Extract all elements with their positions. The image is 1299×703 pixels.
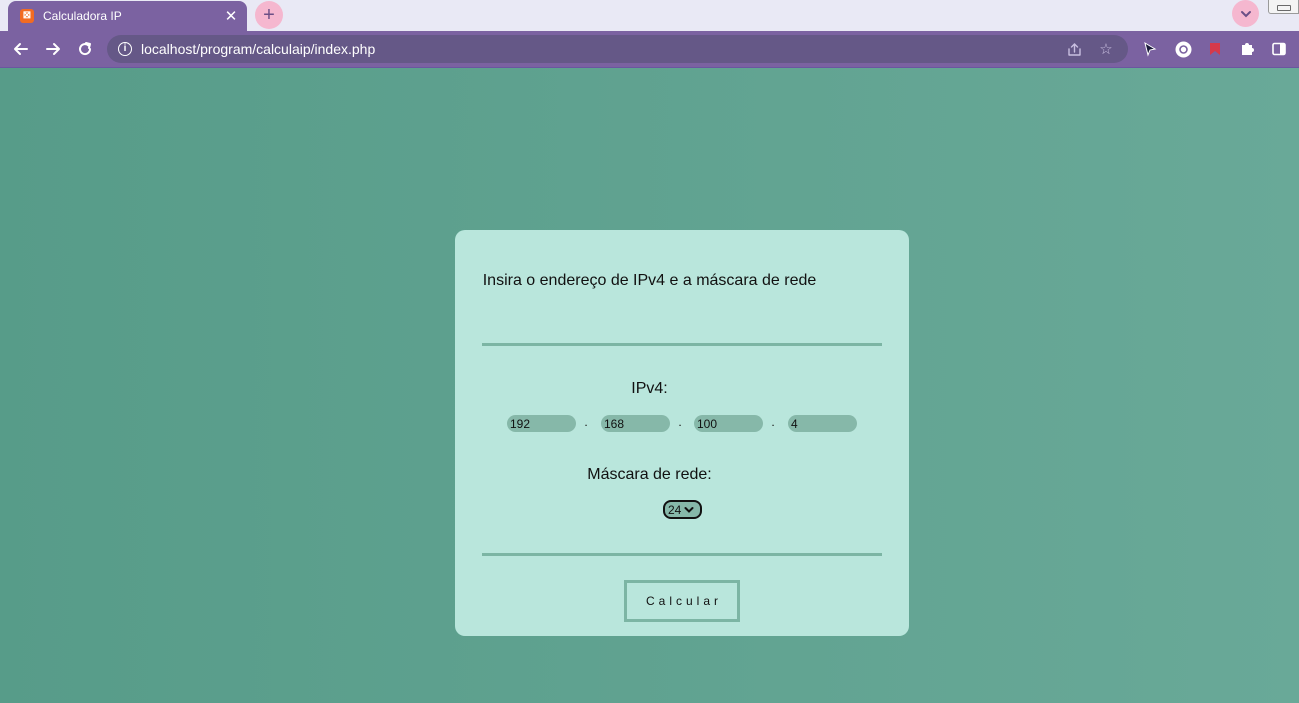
share-glyph: [1067, 42, 1081, 56]
back-arrow-icon: [14, 43, 28, 55]
site-info-icon[interactable]: i: [118, 42, 132, 56]
chevron-down-icon: [684, 506, 694, 513]
octet-separator: .: [678, 415, 682, 429]
extensions-puzzle-icon[interactable]: [1237, 39, 1257, 59]
netmask-value: 24: [668, 502, 682, 517]
tab-calculadora-ip[interactable]: ⊠ Calculadora IP ✕: [8, 1, 247, 31]
back-button[interactable]: [7, 35, 35, 63]
xampp-icon: ⊠: [20, 9, 34, 23]
netmask-select[interactable]: 24: [663, 500, 702, 519]
new-tab-button[interactable]: +: [255, 1, 283, 29]
octet-separator: .: [771, 415, 775, 429]
form-card: [455, 230, 909, 636]
browser-toolbar: i localhost/program/calculaip/index.php …: [0, 31, 1299, 67]
share-icon[interactable]: [1064, 39, 1084, 59]
calculate-button[interactable]: Calcular: [624, 580, 740, 622]
ipv4-octet-3[interactable]: [694, 415, 763, 432]
form-title: Insira o endereço de IPv4 e a máscara de…: [482, 272, 817, 289]
forward-arrow-icon: [46, 43, 60, 55]
tab-search-button[interactable]: [1232, 0, 1259, 27]
netmask-label: Máscara de rede:: [587, 466, 712, 483]
reload-icon: [79, 42, 92, 56]
bookmark-star-icon[interactable]: ☆: [1096, 39, 1116, 59]
divider-bottom: [482, 553, 882, 556]
url-text[interactable]: localhost/program/calculaip/index.php: [141, 41, 1064, 57]
window-control[interactable]: [1268, 0, 1299, 14]
bookmark-extension-icon[interactable]: [1205, 39, 1225, 59]
octet-separator: .: [584, 415, 588, 429]
tab-title: Calculadora IP: [43, 9, 122, 23]
ipv4-octet-1[interactable]: [507, 415, 576, 432]
ipv4-octet-2[interactable]: [601, 415, 670, 432]
tab-strip: ⊠ Calculadora IP ✕ +: [0, 0, 1299, 31]
cursor-extension-icon[interactable]: [1140, 39, 1160, 59]
extension-circle-icon[interactable]: [1173, 39, 1193, 59]
ipv4-octet-4[interactable]: [788, 415, 857, 432]
ipv4-label: IPv4:: [631, 380, 668, 397]
reload-button[interactable]: [71, 35, 99, 63]
chevron-down-icon: [1240, 10, 1251, 17]
side-panel-icon[interactable]: [1269, 39, 1289, 59]
divider-top: [482, 343, 882, 346]
close-tab-icon[interactable]: ✕: [221, 6, 241, 26]
address-bar[interactable]: i localhost/program/calculaip/index.php …: [107, 35, 1128, 63]
forward-button[interactable]: [39, 35, 67, 63]
